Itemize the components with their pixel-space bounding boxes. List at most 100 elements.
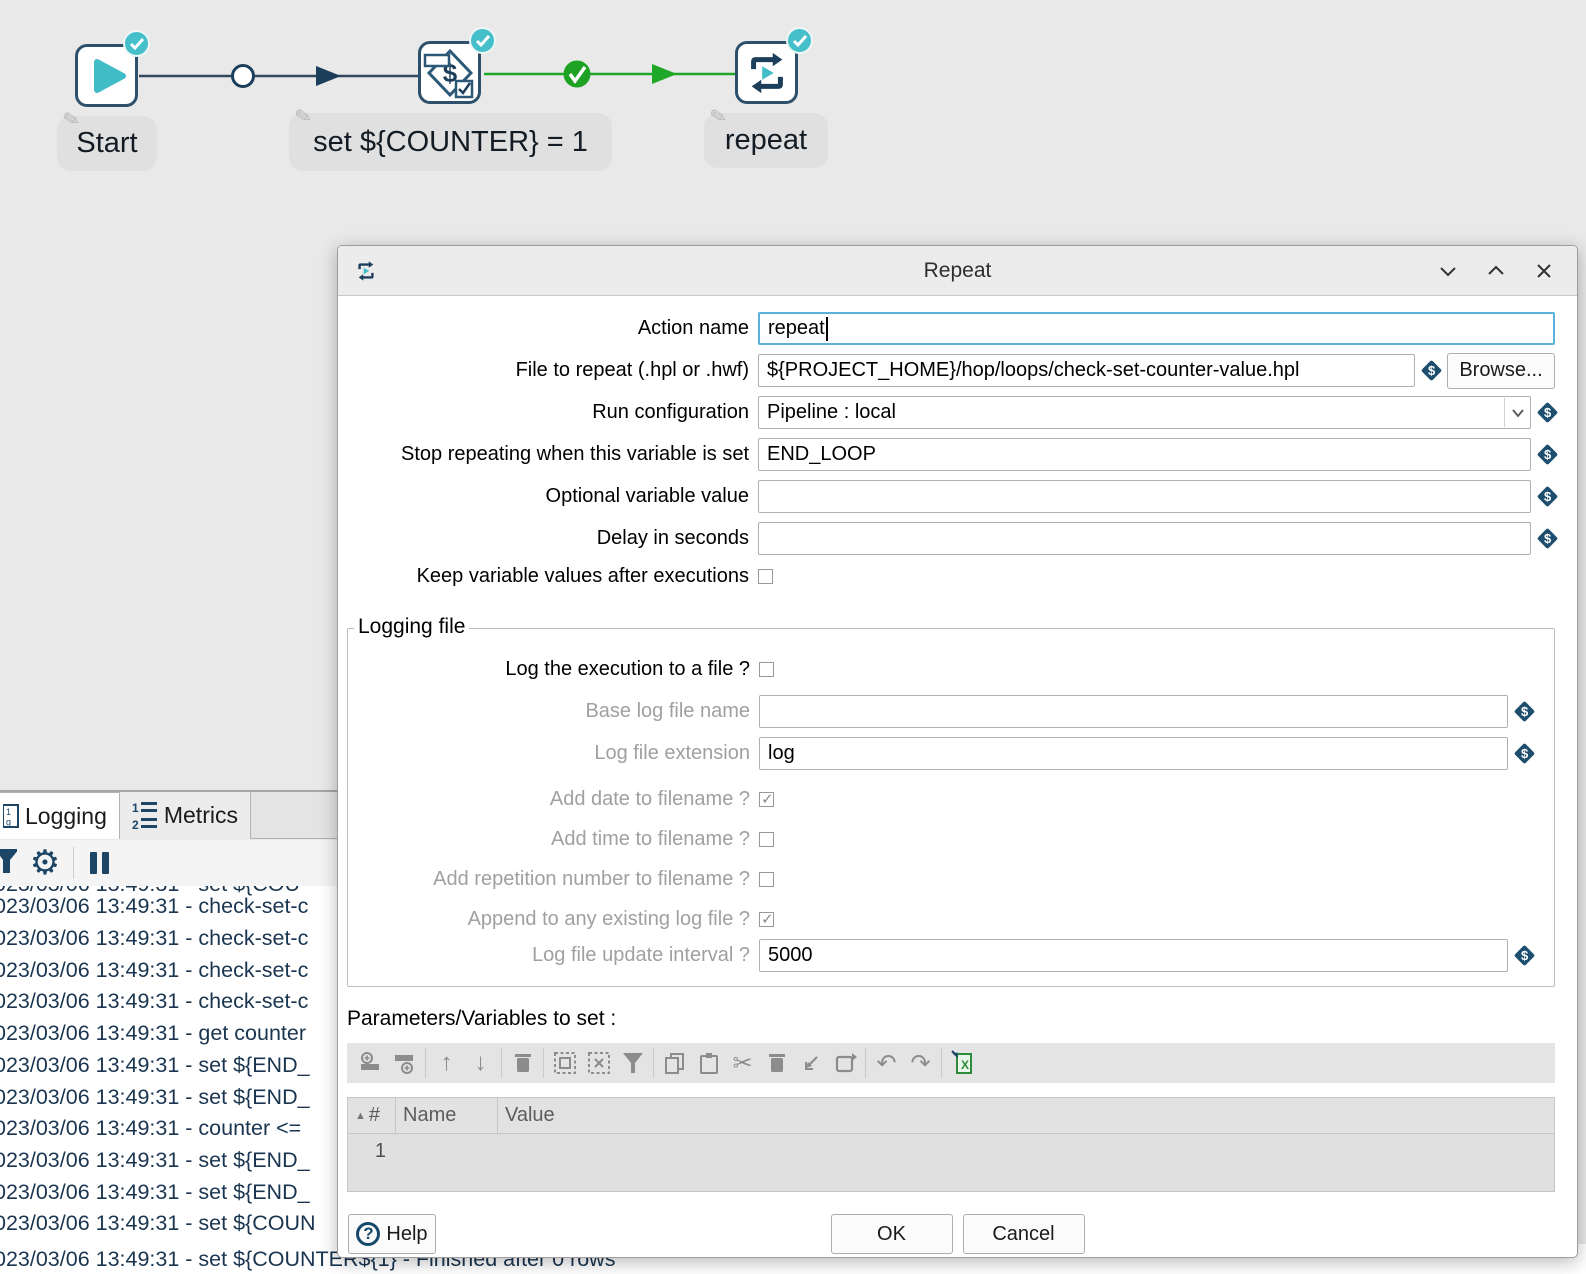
select-all-icon[interactable]: [551, 1050, 578, 1077]
svg-text:1: 1: [132, 801, 139, 815]
text-caret: [826, 317, 828, 341]
add-time-label: Add time to filename ?: [356, 828, 759, 851]
svg-text:X: X: [961, 1058, 969, 1072]
sort-asc-icon: ▲: [355, 1110, 366, 1122]
log-line: 023/03/06 13:49:31 - check-set-c: [0, 894, 308, 919]
repeat-icon: [355, 260, 377, 282]
stop-variable-label: Stop repeating when this variable is set: [346, 443, 758, 466]
run-configuration-combo[interactable]: Pipeline : local: [758, 396, 1531, 429]
add-date-checkbox: [759, 792, 774, 807]
filter-rows-icon[interactable]: [619, 1050, 646, 1077]
action-name-label: Action name: [346, 317, 758, 340]
file-to-repeat-input[interactable]: ${PROJECT_HOME}/hop/loops/check-set-coun…: [758, 354, 1415, 387]
move-row-up-icon[interactable]: [433, 1050, 460, 1077]
column-header-num[interactable]: ▲ #: [348, 1098, 396, 1133]
variable-icon[interactable]: [1514, 945, 1535, 966]
delete-rows-icon[interactable]: [763, 1050, 790, 1077]
node-label-set-counter[interactable]: ✎ set ${COUNTER} = 1: [289, 113, 612, 171]
node-set-counter[interactable]: $: [418, 41, 481, 104]
svg-text:2: 2: [132, 818, 139, 831]
row-value-cell[interactable]: [498, 1134, 1554, 1191]
base-log-file-name-label: Base log file name: [356, 700, 759, 723]
parameters-toolbar: X: [347, 1043, 1555, 1083]
variable-icon[interactable]: [1537, 528, 1558, 549]
collapse-icon[interactable]: [1437, 260, 1459, 282]
cancel-button[interactable]: Cancel: [963, 1214, 1085, 1254]
dialog-titlebar[interactable]: Repeat: [338, 246, 1577, 296]
status-check-badge: [786, 27, 813, 54]
duplicate-row-icon[interactable]: [831, 1050, 858, 1077]
cut-rows-icon[interactable]: [729, 1050, 756, 1077]
add-repetition-checkbox: [759, 872, 774, 887]
close-icon[interactable]: [1533, 260, 1555, 282]
log-to-file-label: Log the execution to a file ?: [356, 658, 759, 681]
svg-text:g: g: [6, 817, 11, 827]
copy-rows-icon[interactable]: [661, 1050, 688, 1077]
log-toolbar: [0, 840, 338, 886]
variable-icon[interactable]: [1537, 486, 1558, 507]
row-name-cell[interactable]: [396, 1134, 498, 1191]
keep-values-checkbox[interactable]: [758, 569, 773, 584]
paste-rows-icon[interactable]: [695, 1050, 722, 1077]
log-line: 023/03/06 13:49:31 - get counter: [0, 1021, 306, 1046]
node-label-start[interactable]: ✎ Start: [57, 116, 157, 171]
add-date-label: Add date to filename ?: [356, 788, 759, 811]
log-line: 023/03/06 13:49:31 - check-set-c: [0, 926, 308, 951]
optional-variable-value-label: Optional variable value: [346, 485, 758, 508]
delay-in-seconds-input[interactable]: [758, 522, 1531, 555]
gear-icon[interactable]: [27, 850, 63, 877]
action-name-input[interactable]: repeat: [758, 312, 1555, 345]
variable-icon[interactable]: [1421, 360, 1442, 381]
log-file-icon: 1 g: [3, 803, 19, 829]
logging-file-legend: Logging file: [354, 615, 469, 639]
variable-icon[interactable]: [1537, 402, 1558, 423]
log-file-extension-input[interactable]: log: [759, 737, 1508, 770]
export-excel-icon[interactable]: X: [949, 1050, 976, 1077]
tab-metrics[interactable]: 1 2 Metrics: [120, 792, 251, 839]
node-label-repeat[interactable]: ✎ repeat: [704, 113, 828, 168]
log-output[interactable]: 023/03/06 13:49:31 - set ${COU 023/03/06…: [0, 886, 340, 1274]
parameters-table: ▲ # Name Value 1: [347, 1097, 1555, 1192]
unselect-all-icon[interactable]: [585, 1050, 612, 1077]
log-update-interval-label: Log file update interval ?: [356, 944, 759, 967]
ok-button[interactable]: OK: [831, 1214, 953, 1254]
insert-row-before-icon[interactable]: [357, 1050, 384, 1077]
play-icon: [85, 54, 129, 98]
delete-row-icon[interactable]: [509, 1050, 536, 1077]
log-line: 023/03/06 13:49:31 - check-set-c: [0, 958, 308, 983]
undo-icon[interactable]: [873, 1050, 900, 1077]
tab-logging[interactable]: 1 g Logging: [0, 792, 120, 839]
svg-text:1: 1: [6, 807, 11, 817]
log-line: 023/03/06 13:49:31 - check-set-c: [0, 989, 308, 1014]
status-check-badge: [469, 27, 496, 54]
run-configuration-label: Run configuration: [346, 401, 758, 424]
column-header-name[interactable]: Name: [396, 1098, 498, 1133]
delay-in-seconds-label: Delay in seconds: [346, 527, 758, 550]
expand-icon[interactable]: [1485, 260, 1507, 282]
numbered-list-icon: 1 2: [132, 801, 158, 831]
stop-variable-input[interactable]: END_LOOP: [758, 438, 1531, 471]
status-check-badge: [123, 30, 150, 57]
log-to-file-checkbox[interactable]: [759, 662, 774, 677]
collapse-rows-icon[interactable]: [797, 1050, 824, 1077]
filter-icon[interactable]: [0, 849, 17, 877]
log-update-interval-input[interactable]: 5000: [759, 939, 1508, 972]
append-log-checkbox: [759, 912, 774, 927]
insert-row-after-icon[interactable]: [391, 1050, 418, 1077]
variable-icon[interactable]: [1514, 701, 1535, 722]
browse-button[interactable]: Browse...: [1447, 353, 1555, 389]
chevron-down-icon[interactable]: [1504, 398, 1530, 427]
dialog-title: Repeat: [338, 259, 1577, 283]
keep-values-label: Keep variable values after executions: [346, 565, 758, 588]
variable-icon[interactable]: [1537, 444, 1558, 465]
pause-icon[interactable]: [90, 852, 109, 874]
log-line: 023/03/06 13:49:31 - set ${END_: [0, 1085, 310, 1110]
variable-icon[interactable]: [1514, 743, 1535, 764]
node-repeat[interactable]: [735, 41, 798, 104]
move-row-down-icon[interactable]: [467, 1050, 494, 1077]
redo-icon[interactable]: [907, 1050, 934, 1077]
optional-variable-value-input[interactable]: [758, 480, 1531, 513]
column-header-value[interactable]: Value: [498, 1098, 1554, 1133]
log-file-extension-label: Log file extension: [356, 742, 759, 765]
table-row[interactable]: 1: [348, 1134, 1554, 1191]
